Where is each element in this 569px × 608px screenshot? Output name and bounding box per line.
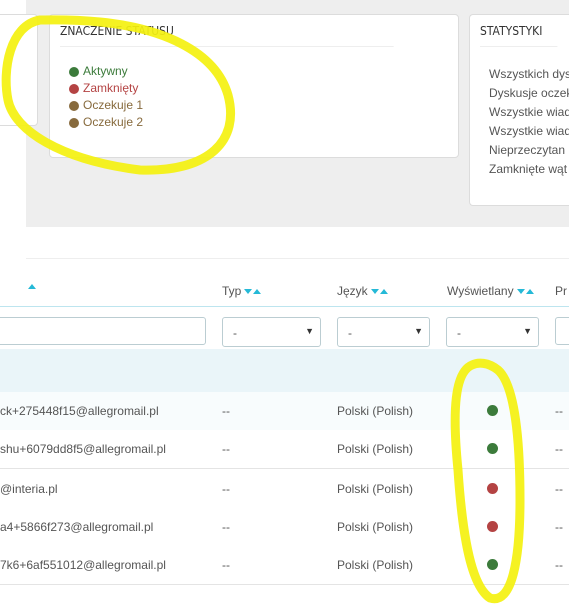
filter-row: - ▼ - ▼ - ▼ (0, 306, 569, 350)
legend-item-zamkniety: Zamknięty (69, 80, 143, 97)
cell-extra: -- (555, 558, 563, 572)
cell-language: Polski (Polish) (337, 482, 414, 496)
legend-label: Zamknięty (83, 81, 139, 95)
statistics-panel: STATYSTYKI Wszystkich dys Dyskusje oczek… (469, 14, 569, 206)
status-dot-icon[interactable] (487, 521, 498, 532)
sort-desc-icon[interactable] (244, 288, 253, 294)
stat-item: Wszystkie wiad (489, 124, 569, 138)
cell-extra: -- (555, 482, 563, 496)
cell-type: -- (222, 482, 230, 496)
wyswietlany-filter-select[interactable]: - ▼ (446, 317, 539, 347)
section-divider (26, 258, 569, 259)
stat-item: Wszystkich dys (489, 67, 569, 81)
cell-extra: -- (555, 404, 563, 418)
cell-email: shu+6079dd8f5@allegromail.pl (0, 442, 166, 456)
column-label-typ: Typ (222, 284, 242, 298)
sort-asc-icon[interactable] (379, 288, 388, 294)
column-label-jezyk: Język (337, 284, 368, 298)
select-value: - (457, 326, 461, 340)
left-panel-edge (0, 14, 38, 126)
table-row[interactable]: a4+5866f273@allegromail.pl -- Polski (Po… (0, 508, 569, 547)
column-label-wyswietlany: Wyświetlany (447, 284, 514, 298)
cell-email: @interia.pl (0, 482, 58, 496)
cell-language: Polski (Polish) (337, 558, 414, 572)
stat-item: Wszystkie wiad (489, 105, 569, 119)
sort-asc-icon[interactable] (525, 288, 534, 294)
cell-type: -- (222, 442, 230, 456)
stat-item: Nieprzeczytan (489, 143, 566, 157)
column-header-wyswietlany: Wyświetlany (447, 284, 534, 298)
sort-arrows[interactable] (516, 288, 534, 294)
legend-label: Oczekuje 2 (83, 115, 144, 129)
cell-email: ck+275448f15@allegromail.pl (0, 404, 159, 418)
table-row[interactable]: ck+275448f15@allegromail.pl -- Polski (P… (0, 392, 569, 431)
status-dot-icon (69, 66, 79, 77)
statistics-list: Wszystkich dys Dyskusje oczek Wszystkie … (489, 65, 569, 179)
typ-filter-select[interactable]: - ▼ (222, 317, 321, 347)
partial-filter-input[interactable] (555, 317, 569, 345)
cell-type: -- (222, 520, 230, 534)
sort-arrow-email[interactable] (28, 284, 36, 289)
legend-label: Oczekuje 1 (83, 98, 144, 112)
status-dot-icon[interactable] (487, 559, 498, 570)
select-value: - (348, 326, 352, 340)
sort-asc-icon[interactable] (28, 284, 36, 289)
status-dot-icon (69, 100, 79, 111)
cell-email: a4+5866f273@allegromail.pl (0, 520, 154, 534)
legend-label: Aktywny (83, 64, 128, 78)
legend-item-oczekuje-1: Oczekuje 1 (69, 97, 143, 114)
sort-arrows[interactable] (244, 288, 262, 294)
column-header-partial: Pr (555, 284, 567, 298)
legend-item-oczekuje-2: Oczekuje 2 (69, 114, 143, 131)
sort-desc-icon[interactable] (516, 288, 525, 294)
table-header: Typ Język Wyświetlany Pr (0, 274, 569, 308)
table-row[interactable]: shu+6079dd8f5@allegromail.pl -- Polski (… (0, 430, 569, 469)
sort-arrows[interactable] (370, 288, 388, 294)
sort-desc-icon[interactable] (370, 288, 379, 294)
column-header-typ: Typ (222, 284, 262, 298)
chevron-down-icon: ▼ (523, 326, 532, 336)
sort-asc-icon[interactable] (253, 288, 262, 294)
table-row[interactable]: @interia.pl -- Polski (Polish) -- (0, 470, 569, 509)
cell-email: 7k6+6af551012@allegromail.pl (0, 558, 166, 572)
cell-language: Polski (Polish) (337, 442, 414, 456)
chevron-down-icon: ▼ (414, 326, 423, 336)
status-legend-list: Aktywny Zamknięty Oczekuje 1 Oczekuje 2 (69, 63, 143, 131)
jezyk-filter-select[interactable]: - ▼ (337, 317, 430, 347)
statistics-title: STATYSTYKI (480, 15, 558, 47)
status-dot-icon (69, 83, 79, 94)
cell-type: -- (222, 404, 230, 418)
stat-item: Dyskusje oczek (489, 86, 569, 100)
cell-type: -- (222, 558, 230, 572)
cell-extra: -- (555, 442, 563, 456)
status-legend-panel: ZNACZENIE STATUSU Aktywny Zamknięty Ocze… (49, 14, 459, 158)
status-dot-icon[interactable] (487, 443, 498, 454)
table-row[interactable]: 7k6+6af551012@allegromail.pl -- Polski (… (0, 546, 569, 585)
status-dot-icon (69, 117, 79, 128)
select-value: - (233, 326, 237, 340)
stat-item: Zamknięte wąt (489, 162, 568, 176)
cell-language: Polski (Polish) (337, 520, 414, 534)
status-legend-title: ZNACZENIE STATUSU (60, 15, 394, 47)
cell-extra: -- (555, 520, 563, 534)
status-dot-icon[interactable] (487, 483, 498, 494)
cell-language: Polski (Polish) (337, 404, 414, 418)
filter-actions-band (0, 349, 569, 393)
legend-item-aktywny: Aktywny (69, 63, 143, 80)
email-filter-input[interactable] (0, 317, 206, 345)
column-header-jezyk: Język (337, 284, 388, 298)
chevron-down-icon: ▼ (305, 326, 314, 336)
status-dot-icon[interactable] (487, 405, 498, 416)
